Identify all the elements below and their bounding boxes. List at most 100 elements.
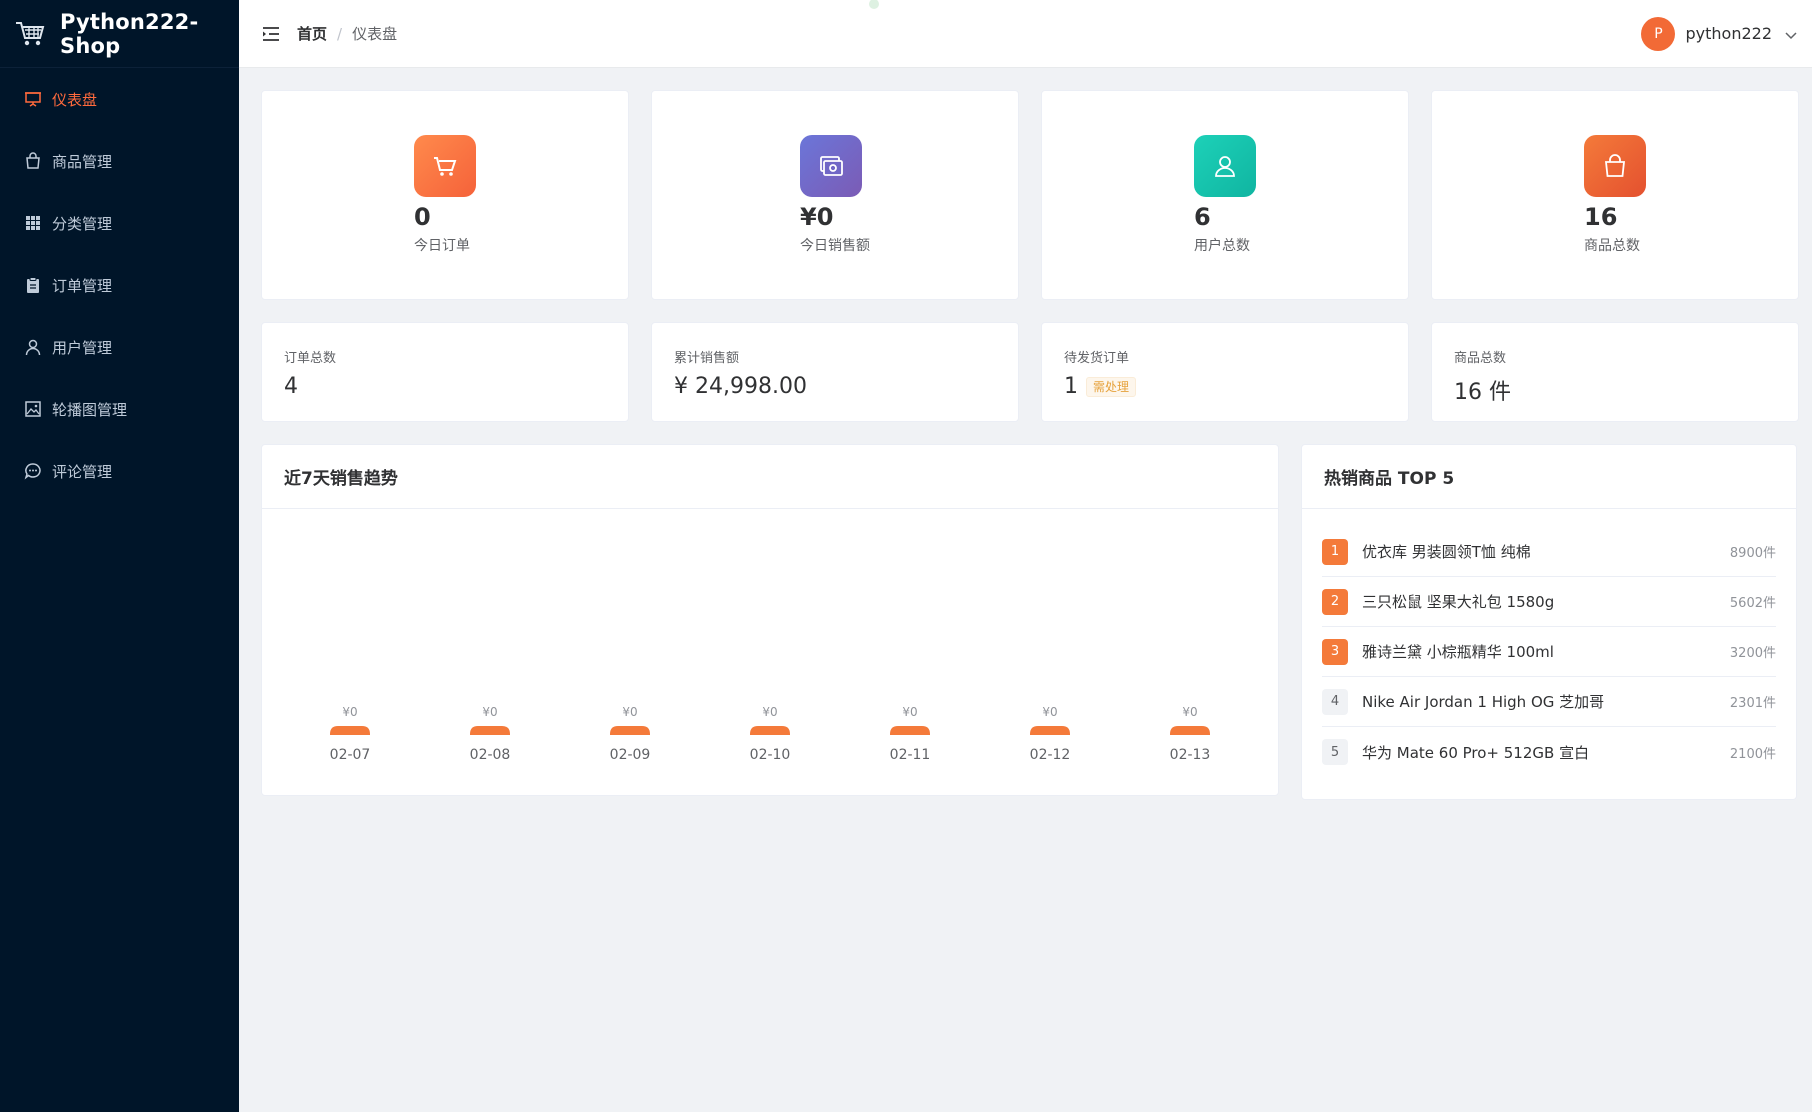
sidebar-item-products[interactable]: 商品管理	[0, 130, 239, 192]
sidebar-item-users[interactable]: 用户管理	[0, 316, 239, 378]
panel-title: 近7天销售趋势	[262, 445, 1278, 509]
chart-bar[interactable]	[750, 726, 790, 735]
top-header: 首页 / 仪表盘 P python222	[239, 0, 1812, 68]
product-name: 雅诗兰黛 小棕瓶精华 100ml	[1362, 643, 1554, 661]
chart-x-tick-label: 02-09	[610, 747, 651, 763]
list-item[interactable]: 5 华为 Mate 60 Pro+ 512GB 宣白 2100件	[1322, 727, 1776, 777]
summary-card-total-orders: 订单总数 4	[261, 322, 629, 422]
chart-bar[interactable]	[610, 726, 650, 735]
chart-bar[interactable]	[1030, 726, 1070, 735]
user-icon	[1194, 135, 1256, 197]
summary-value: 4	[284, 374, 606, 399]
chart-x-tick-label: 02-07	[330, 747, 371, 763]
chart-x-tick-label: 02-08	[470, 747, 511, 763]
chart-bar[interactable]	[470, 726, 510, 735]
username[interactable]: python222	[1685, 24, 1772, 43]
sidebar-item-label: 仪表盘	[52, 90, 98, 109]
chart-data-label: ¥0	[622, 705, 637, 719]
sidebar-item-dashboard[interactable]: 仪表盘	[0, 68, 239, 130]
app-title: Python222-Shop	[60, 9, 199, 58]
breadcrumb-separator: /	[337, 24, 343, 43]
stat-value: ¥0	[800, 203, 834, 231]
grid-icon	[24, 214, 42, 232]
chart-bar[interactable]	[1170, 726, 1210, 735]
summary-label: 累计销售额	[674, 351, 740, 366]
chart-x-tick-label: 02-11	[890, 747, 931, 763]
summary-value-text: 4	[284, 374, 298, 399]
user-icon	[24, 338, 42, 356]
summary-label: 商品总数	[1454, 351, 1507, 366]
list-item[interactable]: 1 优衣库 男装圆领T恤 纯棉 8900件	[1322, 527, 1776, 577]
sidebar: Python222-Shop 仪表盘 商品管理 分类管理 订单管理 用户管理 轮…	[0, 0, 239, 1112]
summary-value-text: 16 件	[1454, 380, 1511, 405]
chevron-down-icon[interactable]	[1784, 27, 1798, 41]
product-sales: 2100件	[1729, 746, 1776, 762]
list-item[interactable]: 2 三只松鼠 坚果大礼包 1580g 5602件	[1322, 577, 1776, 627]
chart-data-label: ¥0	[1042, 705, 1057, 719]
product-sales: 8900件	[1729, 546, 1776, 561]
list-item[interactable]: 3 雅诗兰黛 小棕瓶精华 100ml 3200件	[1322, 627, 1776, 677]
product-name: Nike Air Jordan 1 High OG 芝加哥	[1362, 693, 1605, 711]
picture-icon	[24, 400, 42, 418]
bag-icon	[24, 152, 42, 170]
breadcrumb: 首页 / 仪表盘	[297, 23, 397, 44]
sidebar-item-banners[interactable]: 轮播图管理	[0, 378, 239, 440]
summary-cards: 订单总数 4 累计销售额 ¥ 24,998.00 待发货订单 1 需处理 商品总…	[261, 322, 1800, 422]
product-name: 华为 Mate 60 Pro+ 512GB 宣白	[1362, 743, 1590, 762]
sidebar-item-label: 评论管理	[52, 462, 113, 481]
top-products-panel: 热销商品 TOP 5 1 优衣库 男装圆领T恤 纯棉 8900件 2 三只松鼠 …	[1301, 444, 1797, 800]
sidebar-item-label: 订单管理	[52, 276, 113, 295]
sidebar-item-orders[interactable]: 订单管理	[0, 254, 239, 316]
sales-trend-chart: ¥0 02-07 ¥0 02-08 ¥0 02-09 ¥0 02-10 ¥0 02-11 ¥0 02-…	[262, 509, 1278, 795]
product-sales: 5602件	[1729, 596, 1776, 611]
sidebar-item-label: 用户管理	[52, 338, 113, 357]
chart-data-label: ¥0	[482, 705, 497, 719]
rank-badge: 3	[1322, 638, 1348, 665]
sales-trend-panel: 近7天销售趋势 ¥0 02-07 ¥0 02-08 ¥0 02-09 ¥0 02-10 ¥0 02…	[261, 444, 1279, 796]
clipboard-icon	[24, 276, 42, 294]
summary-card-pending-shipments: 待发货订单 1 需处理	[1041, 322, 1409, 422]
chat-icon	[24, 462, 42, 480]
list-item[interactable]: 4 Nike Air Jordan 1 High OG 芝加哥 2301件	[1322, 677, 1776, 727]
stat-value: 16	[1584, 203, 1618, 231]
menu-fold-icon[interactable]	[261, 24, 281, 44]
breadcrumb-home[interactable]: 首页	[297, 23, 327, 44]
money-icon	[800, 135, 862, 197]
product-sales: 2301件	[1729, 696, 1776, 711]
chart-x-tick-label: 02-13	[1170, 747, 1211, 763]
rank-badge: 1	[1322, 538, 1348, 565]
stat-label: 今日订单	[414, 238, 470, 254]
avatar[interactable]: P	[1641, 16, 1676, 51]
stat-card-today-sales: ¥0 今日销售额	[651, 90, 1019, 300]
chart-x-tick-label: 02-12	[1030, 747, 1071, 763]
chart-bar[interactable]	[330, 726, 370, 735]
stat-value: 6	[1194, 203, 1211, 231]
rank-badge: 4	[1322, 688, 1348, 715]
user-menu[interactable]: P python222	[1641, 16, 1798, 51]
top-products-list: 1 优衣库 男装圆领T恤 纯棉 8900件 2 三只松鼠 坚果大礼包 1580g…	[1302, 509, 1796, 777]
summary-value: 1 需处理	[1064, 374, 1386, 399]
status-badge: 需处理	[1086, 376, 1137, 397]
sidebar-item-label: 分类管理	[52, 214, 113, 233]
stat-card-today-orders: 0 今日订单	[261, 90, 629, 300]
product-name: 优衣库 男装圆领T恤 纯棉	[1362, 543, 1531, 561]
sidebar-item-categories[interactable]: 分类管理	[0, 192, 239, 254]
sidebar-item-label: 轮播图管理	[52, 400, 128, 419]
analytics-row: 近7天销售趋势 ¥0 02-07 ¥0 02-08 ¥0 02-09 ¥0 02-10 ¥0 02…	[261, 444, 1800, 800]
cart-icon	[414, 135, 476, 197]
chart-x-tick-label: 02-10	[750, 747, 791, 763]
breadcrumb-current: 仪表盘	[352, 25, 398, 43]
presentation-icon	[24, 90, 42, 108]
stat-label: 今日销售额	[800, 238, 870, 254]
panel-title: 热销商品 TOP 5	[1302, 445, 1796, 509]
logo[interactable]: Python222-Shop	[0, 0, 239, 68]
status-indicator	[869, 0, 959, 10]
shopping-cart-logo-icon	[14, 18, 46, 50]
rank-badge: 5	[1322, 739, 1348, 765]
chart-bar[interactable]	[890, 726, 930, 735]
sidebar-item-label: 商品管理	[52, 152, 113, 171]
summary-card-product-count: 商品总数 16 件	[1431, 322, 1799, 422]
sidebar-item-comments[interactable]: 评论管理	[0, 440, 239, 502]
summary-value: ¥ 24,998.00	[674, 374, 996, 399]
product-name: 三只松鼠 坚果大礼包 1580g	[1362, 593, 1555, 611]
